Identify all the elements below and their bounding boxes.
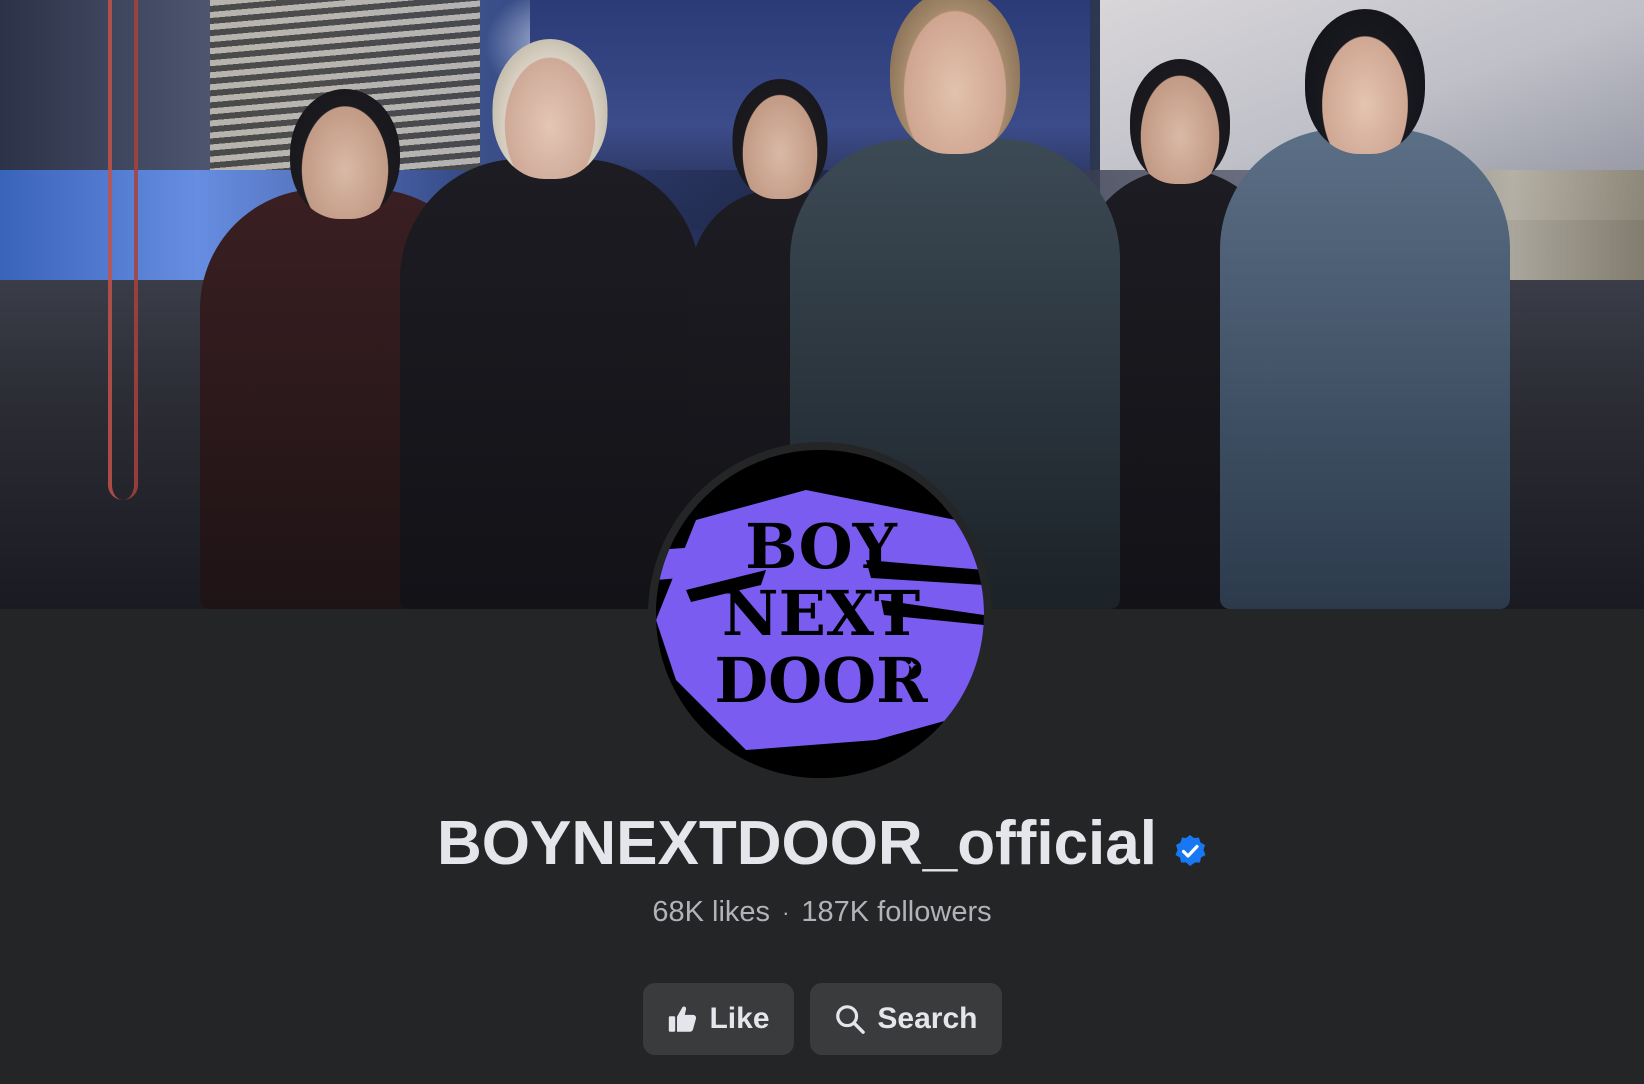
like-button-label: Like	[709, 1002, 770, 1035]
stats-separator: ·	[782, 899, 790, 925]
page-title: BOYNEXTDOOR_official	[437, 809, 1157, 878]
cover-rope	[108, 0, 138, 500]
svg-text:✦: ✦	[736, 523, 748, 539]
svg-text:✦: ✦	[906, 658, 918, 674]
avatar-logo-image: BOY NEXT DOOR ✦ ✦ ✦ ✦ ✦	[656, 450, 984, 778]
cover-member-2	[400, 39, 700, 609]
svg-text:BOY: BOY	[745, 510, 898, 583]
svg-text:✦: ✦	[896, 538, 908, 554]
search-button[interactable]: Search	[809, 983, 1002, 1055]
like-button[interactable]: Like	[642, 983, 794, 1055]
page-name-row: BOYNEXTDOOR_official	[0, 808, 1644, 879]
followers-count[interactable]: 187K followers	[801, 896, 991, 929]
page-header: BOY NEXT DOOR ✦ ✦ ✦ ✦ ✦ BOYNEXTDOOR_offi…	[0, 0, 1644, 1084]
svg-text:✦: ✦	[716, 638, 728, 654]
cover-member-6	[1220, 9, 1510, 609]
svg-text:✦: ✦	[766, 703, 778, 719]
likes-count[interactable]: 68K likes	[652, 896, 770, 929]
search-icon	[835, 1005, 865, 1034]
profile-avatar[interactable]: BOY NEXT DOOR ✦ ✦ ✦ ✦ ✦	[648, 442, 992, 786]
svg-text:NEXT: NEXT	[722, 577, 920, 650]
thumbs-up-icon	[668, 1006, 696, 1032]
page-actions: Like Search	[0, 983, 1644, 1055]
search-button-label: Search	[877, 1002, 978, 1035]
verified-badge-icon	[1175, 834, 1206, 866]
page-stats: 68K likes · 187K followers	[0, 896, 1644, 929]
svg-text:DOOR: DOOR	[714, 644, 928, 717]
